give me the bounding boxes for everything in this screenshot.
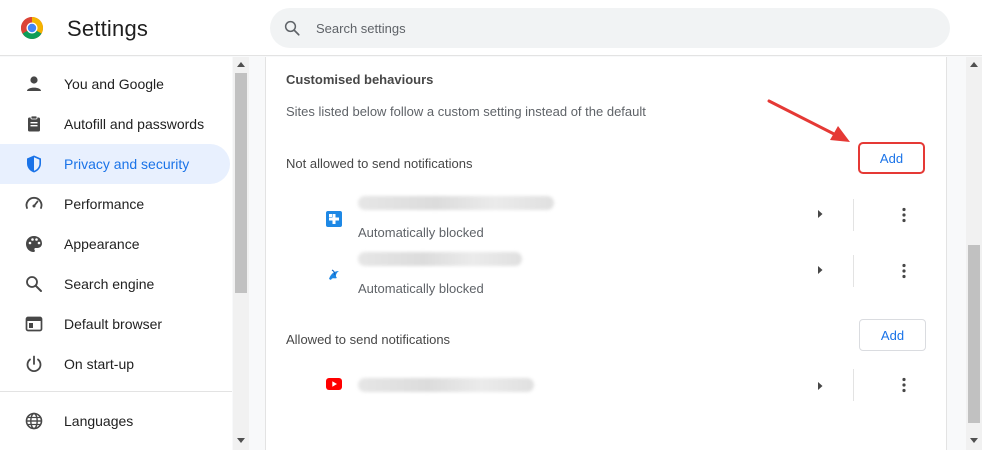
site-row[interactable]: Automatically blocked: [266, 251, 946, 307]
sidebar-item-languages[interactable]: Languages: [0, 401, 230, 441]
search-box[interactable]: [270, 8, 950, 48]
row-separator: [853, 369, 854, 401]
more-options-icon[interactable]: [894, 205, 914, 225]
sidebar-divider: [0, 391, 232, 392]
blocked-group-label: Not allowed to send notifications: [286, 156, 473, 171]
sidebar-item-label: Appearance: [64, 236, 140, 252]
row-separator: [853, 199, 854, 231]
row-separator: [853, 255, 854, 287]
sidebar-item-label: Search engine: [64, 276, 155, 292]
shield-icon: [27, 155, 41, 173]
clipboard-icon: [28, 115, 40, 132]
search-input[interactable]: [316, 8, 916, 48]
site-status: Automatically blocked: [358, 281, 484, 296]
main-scrollbar-thumb[interactable]: [968, 245, 980, 423]
scroll-up-arrow-icon[interactable]: [237, 62, 245, 67]
chevron-right-icon[interactable]: [816, 265, 824, 275]
globe-icon: [25, 412, 43, 430]
search-icon: [284, 20, 300, 36]
chrome-logo-icon: [21, 17, 43, 39]
site-url-blurred: [358, 378, 534, 392]
sidebar-item-performance[interactable]: Performance: [0, 184, 230, 224]
site-status: Automatically blocked: [358, 225, 484, 240]
sidebar-item-label: Autofill and passwords: [64, 116, 205, 132]
sidebar-item-label: Languages: [64, 413, 134, 429]
sidebar-item-label: On start-up: [64, 356, 135, 372]
scroll-down-arrow-icon[interactable]: [237, 438, 245, 443]
sidebar-item-search-engine[interactable]: Search engine: [0, 264, 230, 304]
sidebar: You and Google Autofill and passwords Pr…: [0, 57, 232, 450]
sidebar-item-label: Privacy and security: [64, 156, 190, 172]
site-url-blurred: [358, 196, 554, 210]
scroll-up-arrow-icon[interactable]: [970, 62, 978, 67]
youtube-favicon-icon: [326, 378, 342, 390]
chevron-right-icon[interactable]: [816, 209, 824, 219]
site-row[interactable]: [266, 368, 946, 424]
chevron-right-icon[interactable]: [816, 381, 824, 391]
sidebar-item-label: Default browser: [64, 316, 163, 332]
top-bar: Settings: [0, 0, 982, 56]
annotation-arrow-icon: [767, 99, 850, 142]
page-title: Settings: [67, 16, 149, 41]
sidebar-item-on-start-up[interactable]: On start-up: [0, 344, 230, 384]
more-options-icon[interactable]: [894, 375, 914, 395]
browser-window-icon: [25, 316, 43, 332]
search-icon: [26, 276, 42, 292]
sidebar-item-autofill[interactable]: Autofill and passwords: [0, 104, 230, 144]
sidebar-item-you-and-google[interactable]: You and Google: [0, 64, 230, 104]
person-icon: [27, 76, 41, 91]
add-allowed-site-button[interactable]: Add: [859, 319, 926, 351]
site-row[interactable]: Automatically blocked: [266, 195, 946, 251]
sidebar-item-appearance[interactable]: Appearance: [0, 224, 230, 264]
speedometer-icon: [25, 196, 43, 209]
section-title: Customised behaviours: [286, 72, 434, 87]
sidebar-item-default-browser[interactable]: Default browser: [0, 304, 230, 344]
blue-swirl-favicon-icon: [329, 269, 339, 280]
allowed-group-label: Allowed to send notifications: [286, 332, 451, 347]
site-url-blurred: [358, 252, 522, 266]
sidebar-scrollbar-thumb[interactable]: [235, 73, 247, 293]
sidebar-item-label: You and Google: [64, 76, 164, 92]
blue-plus-favicon-icon: [326, 211, 342, 227]
power-icon: [26, 355, 42, 373]
add-blocked-site-button[interactable]: Add: [858, 142, 925, 174]
scroll-down-arrow-icon[interactable]: [970, 438, 978, 443]
more-options-icon[interactable]: [894, 261, 914, 281]
palette-icon: [26, 236, 42, 252]
sidebar-item-label: Performance: [64, 196, 145, 212]
sidebar-item-privacy-and-security[interactable]: Privacy and security: [0, 144, 230, 184]
section-description: Sites listed below follow a custom setti…: [286, 104, 646, 119]
